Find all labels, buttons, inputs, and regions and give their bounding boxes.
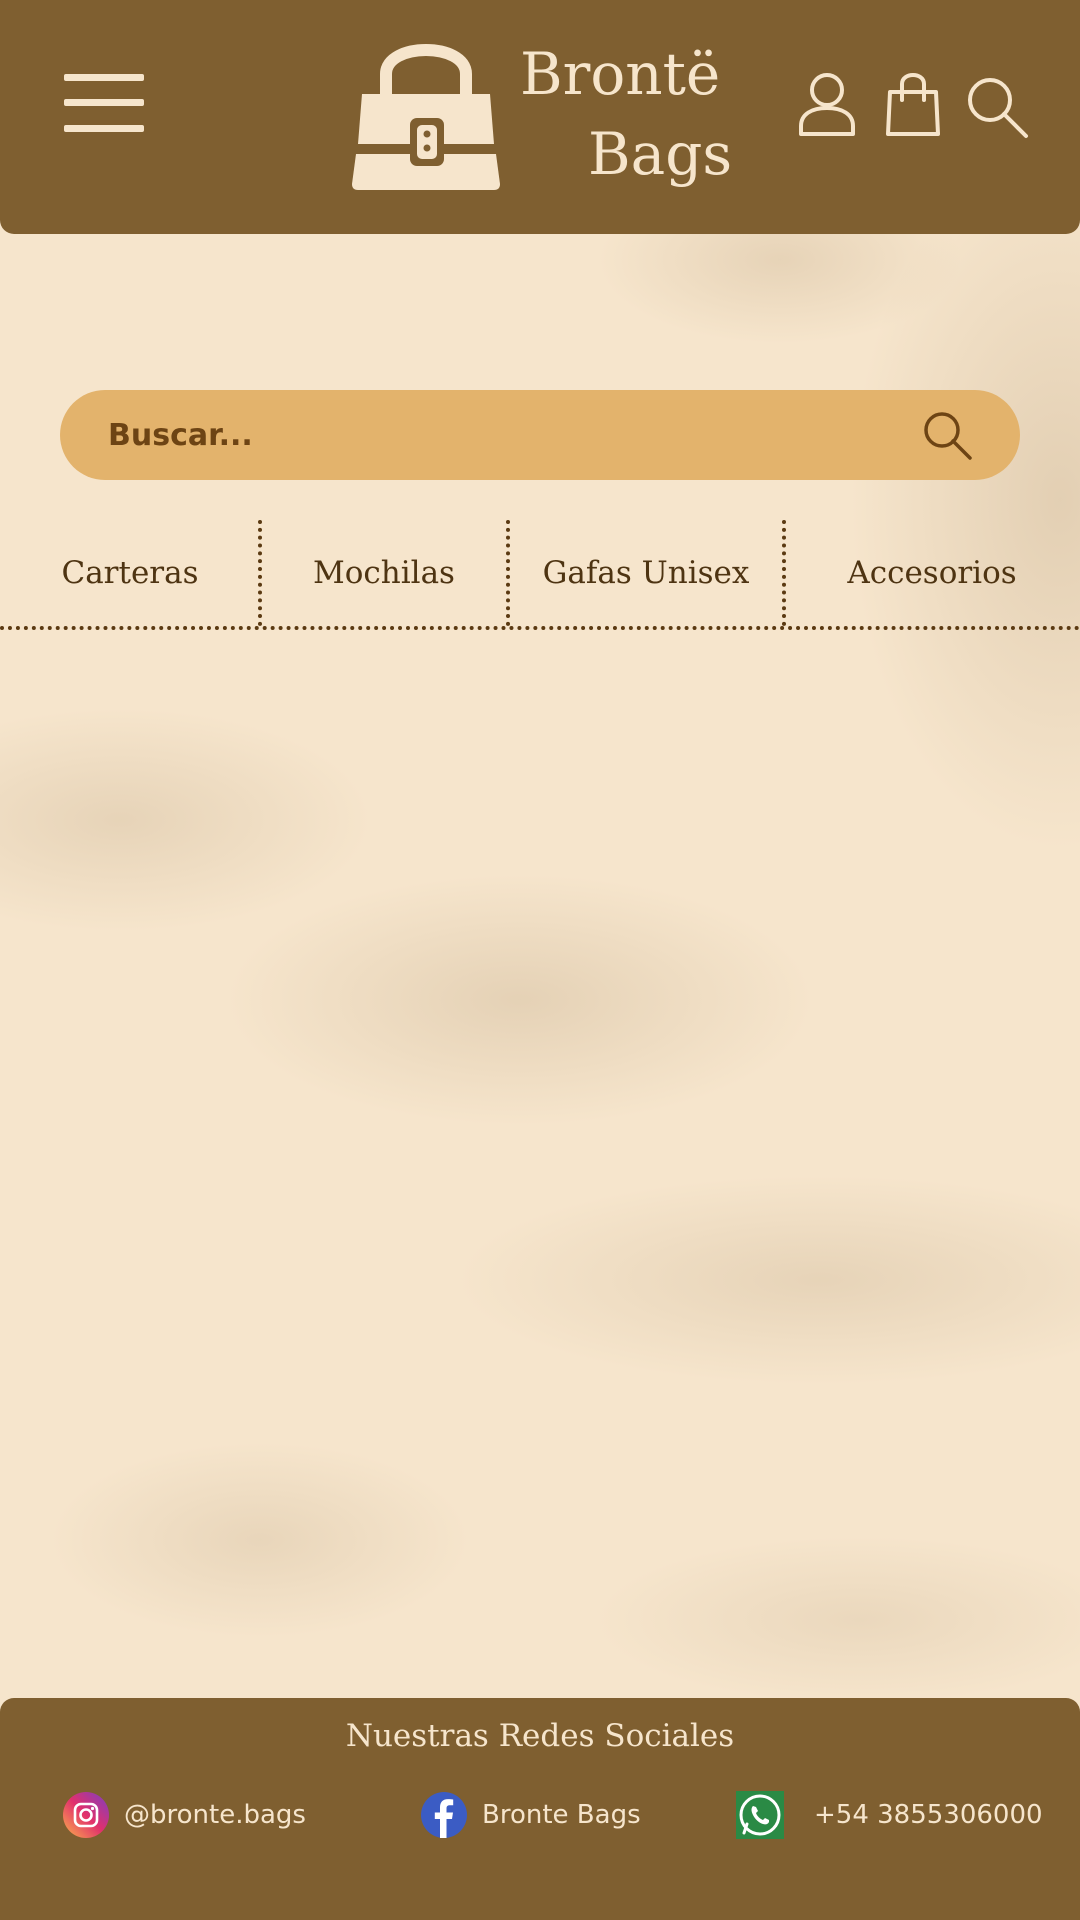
facebook-page-name: Bronte Bags xyxy=(482,1800,641,1830)
category-accesorios[interactable]: Accesorios xyxy=(784,520,1080,626)
facebook-icon xyxy=(421,1792,467,1838)
brand-line-2: Bags xyxy=(588,120,733,188)
brand-line-1: Brontë xyxy=(520,40,721,108)
site-header: Brontë Bags xyxy=(0,0,1080,234)
search-bar xyxy=(60,390,1020,480)
instagram-handle: @bronte.bags xyxy=(124,1800,306,1830)
search-input[interactable] xyxy=(108,408,888,462)
search-icon[interactable] xyxy=(966,76,1030,140)
category-nav: Carteras Mochilas Gafas Unisex Accesorio… xyxy=(0,520,1080,630)
instagram-link[interactable]: @bronte.bags xyxy=(62,1790,306,1840)
whatsapp-icon xyxy=(736,1791,784,1839)
handbag-logo-icon[interactable] xyxy=(340,22,512,194)
whatsapp-number: +54 3855306000 xyxy=(814,1800,1043,1830)
instagram-icon xyxy=(63,1792,109,1838)
menu-icon[interactable] xyxy=(64,74,144,132)
category-carteras[interactable]: Carteras xyxy=(0,520,260,626)
facebook-link[interactable]: Bronte Bags xyxy=(420,1790,641,1840)
brand-name[interactable]: Brontë Bags xyxy=(520,40,732,190)
whatsapp-link[interactable]: +54 3855306000 xyxy=(736,1790,1043,1840)
site-footer: Nuestras Redes Sociales @bronte.bags Bro… xyxy=(0,1698,1080,1920)
category-gafas-unisex[interactable]: Gafas Unisex xyxy=(508,520,784,626)
footer-title: Nuestras Redes Sociales xyxy=(345,1718,735,1754)
shopping-bag-icon[interactable] xyxy=(882,70,944,140)
user-icon[interactable] xyxy=(796,70,858,140)
category-mochilas[interactable]: Mochilas xyxy=(260,520,508,626)
search-submit-icon[interactable] xyxy=(922,410,974,462)
